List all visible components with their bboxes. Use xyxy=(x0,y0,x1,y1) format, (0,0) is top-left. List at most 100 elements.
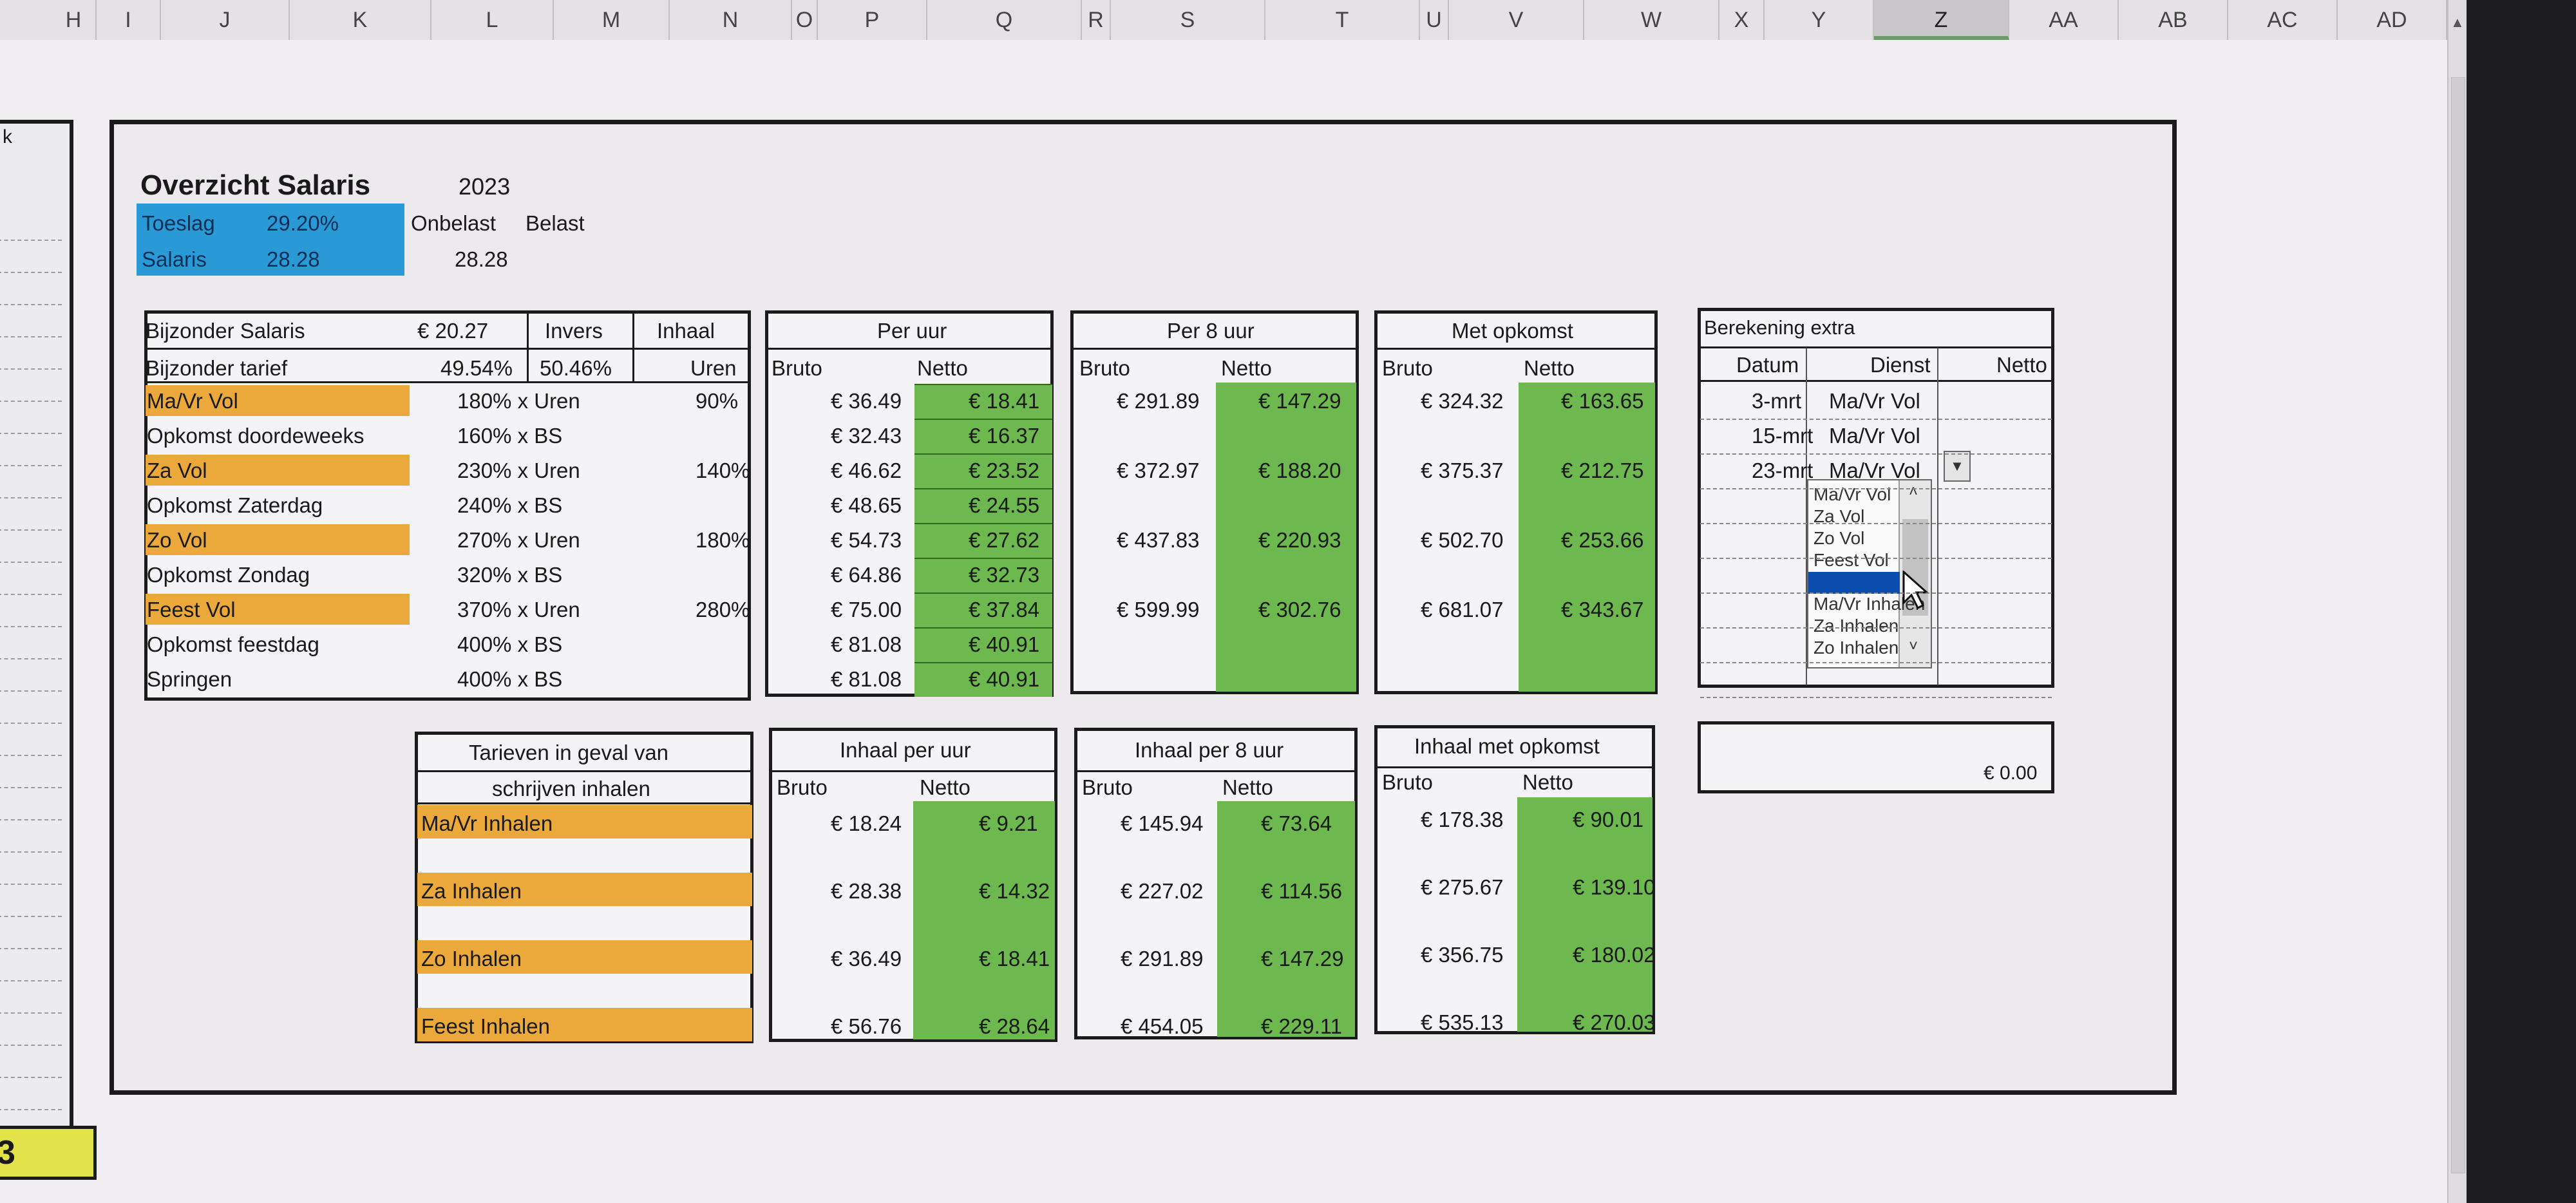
scroll-up-icon[interactable]: ▲ xyxy=(2450,14,2465,31)
berekening-dienst[interactable]: Ma/Vr Vol xyxy=(1829,460,1920,481)
rate-row-inhaal: 140% xyxy=(696,459,750,482)
inhaal-per-uur-bruto-value: € 56.76 xyxy=(831,1014,902,1038)
inhaal-met-opkomst-netto-value: € 270.03 xyxy=(1573,1010,1656,1034)
met-opkomst-bruto-label: Bruto xyxy=(1382,356,1433,380)
column-header-t[interactable]: T xyxy=(1265,0,1420,40)
left-panel-text: k xyxy=(3,126,12,147)
column-header-p[interactable]: P xyxy=(818,0,927,40)
inhaal-met-opkomst-netto-value: € 90.01 xyxy=(1573,808,1644,831)
met-opkomst-netto-value: € 163.65 xyxy=(1561,389,1644,413)
gridline xyxy=(0,562,62,563)
per-uur-bruto-value: € 64.86 xyxy=(831,563,902,587)
inhaal-met-opkomst-bruto-value: € 178.38 xyxy=(1421,808,1504,831)
per-uur-bruto-value: € 81.08 xyxy=(831,632,902,656)
gridline xyxy=(0,497,62,498)
gridline xyxy=(0,272,62,273)
met-opkomst-netto-value: € 253.66 xyxy=(1561,528,1644,552)
gridline xyxy=(0,755,62,756)
column-header-q[interactable]: Q xyxy=(927,0,1082,40)
gridline xyxy=(1700,662,2052,663)
per-uur-netto-value: € 27.62 xyxy=(969,528,1040,552)
yellow-cell[interactable]: 3 xyxy=(0,1126,97,1180)
dropdown-button[interactable]: ▼ xyxy=(1944,451,1971,482)
inhaal-per-8-uur-bruto-value: € 227.02 xyxy=(1121,879,1204,903)
column-header-ad[interactable]: AD xyxy=(2338,0,2447,40)
berekening-dienst[interactable]: Ma/Vr Vol xyxy=(1829,425,1920,446)
inhaal-per-uur-netto-label: Netto xyxy=(920,775,971,799)
column-header-v[interactable]: V xyxy=(1449,0,1584,40)
dropdown-option[interactable]: Feest Vol xyxy=(1814,551,1889,569)
column-header-m[interactable]: M xyxy=(554,0,670,40)
berekening-header-divider xyxy=(1699,380,2053,382)
column-header-k[interactable]: K xyxy=(290,0,431,40)
rate-row-label: Springen xyxy=(147,667,232,691)
berekening-dienst[interactable]: Ma/Vr Vol xyxy=(1829,390,1920,412)
per-uur-bruto-value: € 75.00 xyxy=(831,598,902,621)
page-title: Overzicht Salaris xyxy=(140,169,371,201)
rate-row-label: Za Vol xyxy=(147,459,207,482)
per-uur-bruto-label: Bruto xyxy=(772,356,822,380)
berekening-datum: 3-mrt xyxy=(1752,389,1801,413)
inhaal-per-uur-netto-value: € 18.41 xyxy=(979,947,1050,971)
inhalen-title-line1: Tarieven in geval van xyxy=(469,741,669,764)
bijzonder-salaris-value[interactable]: € 20.27 xyxy=(417,320,488,341)
column-header-u[interactable]: U xyxy=(1420,0,1449,40)
inhaal-per-uur-netto-value: € 9.21 xyxy=(979,811,1038,835)
per-8-uur-bruto-value: € 437.83 xyxy=(1117,528,1200,552)
column-header-j[interactable]: J xyxy=(161,0,290,40)
column-header-s[interactable]: S xyxy=(1111,0,1265,40)
per-uur-netto-value: € 32.73 xyxy=(969,563,1040,587)
rate-row-percentage: 240% x BS xyxy=(457,493,563,517)
gridline xyxy=(0,336,62,337)
column-header-o[interactable]: O xyxy=(792,0,818,40)
chevron-down-icon[interactable]: ˅ xyxy=(1909,638,1918,656)
invers-label: Invers xyxy=(545,319,603,343)
met-opkomst-netto-label: Netto xyxy=(1524,356,1575,380)
per-uur-netto-value: € 24.55 xyxy=(969,493,1040,517)
bijzonder-tarief-label: Bijzonder tarief xyxy=(146,356,288,380)
gridline xyxy=(0,401,62,402)
column-header-z[interactable]: Z xyxy=(1874,0,2009,40)
salaris-value[interactable]: 28.28 xyxy=(267,249,320,270)
column-header-l[interactable]: L xyxy=(431,0,554,40)
column-header-r[interactable]: R xyxy=(1082,0,1111,40)
gridline xyxy=(0,594,62,595)
met-opkomst-bruto-value: € 681.07 xyxy=(1421,598,1504,621)
column-header-aa[interactable]: AA xyxy=(2009,0,2119,40)
met-opkomst-title: Met opkomst xyxy=(1452,319,1573,343)
gridline xyxy=(1700,697,2052,698)
gridline xyxy=(0,529,62,531)
column-header-x[interactable]: X xyxy=(1719,0,1765,40)
vertical-scrollbar[interactable]: ▲ xyxy=(2447,0,2468,1203)
dropdown-option[interactable]: Za Inhalen xyxy=(1814,617,1899,635)
gridline xyxy=(0,723,62,724)
column-header-ac[interactable]: AC xyxy=(2228,0,2338,40)
dropdown-option[interactable]: Zo Inhalen xyxy=(1814,639,1899,657)
per-8-uur-netto-value: € 302.76 xyxy=(1258,598,1341,621)
inhaal-met-opkomst-title-divider xyxy=(1376,766,1654,768)
scroll-thumb[interactable] xyxy=(2451,77,2465,1173)
column-header-i[interactable]: I xyxy=(97,0,161,40)
inhalen-row-label: Za Inhalen xyxy=(421,879,522,903)
per-8-uur-bruto-value: € 599.99 xyxy=(1117,598,1200,621)
inhaal-per-8-uur-netto-value: € 147.29 xyxy=(1261,947,1344,971)
toeslag-value[interactable]: 29.20% xyxy=(267,213,339,234)
column-header-n[interactable]: N xyxy=(670,0,792,40)
dropdown-option-highlight[interactable] xyxy=(1808,572,1900,594)
column-header-ab[interactable]: AB xyxy=(2119,0,2228,40)
per-8-uur-bruto-label: Bruto xyxy=(1079,356,1130,380)
column-header-y[interactable]: Y xyxy=(1765,0,1874,40)
per-8-uur-netto-value: € 188.20 xyxy=(1258,459,1341,482)
gridline xyxy=(1700,453,2052,455)
column-header-h[interactable]: H xyxy=(52,0,97,40)
invers-value: 50.46% xyxy=(540,356,612,380)
dropdown-option[interactable]: Zo Vol xyxy=(1814,529,1864,547)
column-header-w[interactable]: W xyxy=(1584,0,1719,40)
per-uur-netto-value: € 16.37 xyxy=(969,424,1040,448)
toeslag-label: Toeslag xyxy=(142,211,215,235)
rate-row-percentage: 400% x BS xyxy=(457,667,563,691)
per-uur-title: Per uur xyxy=(877,319,947,343)
berekening-col-divider-2 xyxy=(1937,348,1938,685)
rates-col-divider-1 xyxy=(527,312,529,381)
chevron-up-icon[interactable]: ˄ xyxy=(1909,483,1918,501)
